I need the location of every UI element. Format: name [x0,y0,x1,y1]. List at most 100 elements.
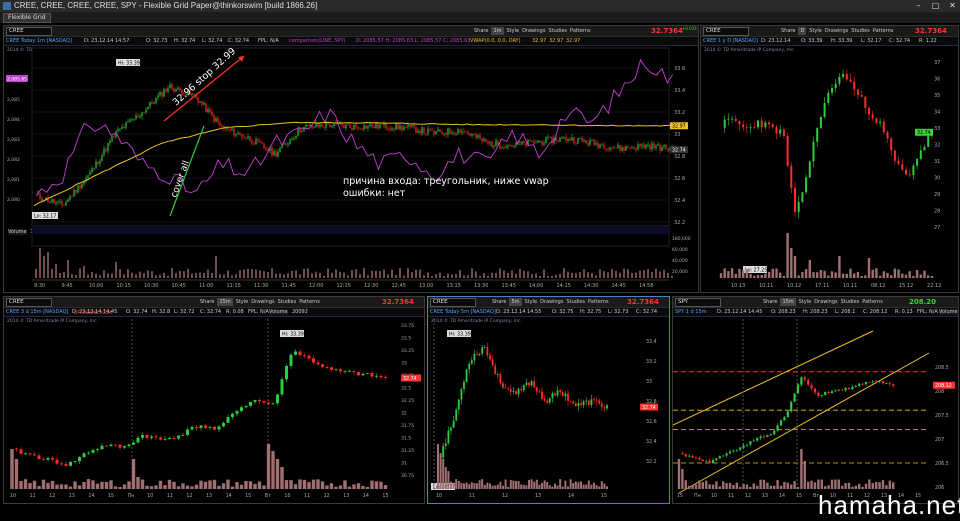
candle [147,106,149,110]
15m-chart-canvas[interactable]: 33.7533.533.253332.7532.532.253231.7531.… [4,297,424,503]
volume-bar [551,486,554,489]
volume-bar [63,271,65,278]
candle [133,118,135,120]
candle [96,449,99,451]
volume-bar [473,483,476,489]
candle [444,443,447,446]
candle [499,374,502,384]
candle [33,454,36,456]
volume-bar [82,481,86,489]
candle [775,127,778,134]
candle [211,111,213,116]
volume-bar [892,482,895,489]
daily-chart-canvas[interactable]: 37 36 35 34 33 32 31 30 29 28 27 32.74 Lo: 27.25 10.1… [701,26,958,292]
candle [339,369,342,372]
candle [533,141,535,144]
candle [476,354,478,355]
candle [329,124,331,128]
candle [240,407,243,412]
volume-bar [79,268,81,278]
candle [255,139,257,145]
candle [393,128,395,130]
candle [708,460,711,464]
candle [545,137,547,144]
volume-bar [329,483,334,489]
candle [688,455,691,457]
candle [403,126,405,131]
maximize-icon[interactable]: □ [930,1,941,10]
candle [61,201,63,206]
volume-bar [489,483,491,489]
volume-bar [103,270,105,278]
volume-bar [136,477,140,489]
candle [423,127,425,134]
volume-bar [494,485,497,489]
candle [551,393,554,399]
volume-bar [118,486,122,489]
volume-bar [651,272,653,278]
candle [753,126,756,128]
volume-bar [627,269,629,278]
5m-chart-canvas[interactable]: 33.433.23332.832.632.432.232.74Hi: 33.39… [428,297,669,503]
candle [75,190,77,193]
candle [782,129,785,136]
volume-bar [263,271,265,278]
volume-bar [878,275,882,278]
candle [123,446,126,448]
volume-bar [175,273,177,278]
volume-bar [35,268,37,278]
volume-bar [735,482,738,489]
candle [824,391,827,396]
compare-axis-label: 2,083 [7,137,20,143]
candle [313,127,315,128]
volume-bar [75,275,77,278]
price-axis-label: 35 [934,93,940,99]
volume-bar [559,273,561,278]
time-axis-label: 15 [245,493,251,499]
candle [465,369,468,383]
candle [69,461,72,466]
candle [375,375,378,377]
minimize-icon[interactable]: – [913,1,924,10]
candle [81,184,83,189]
price-axis-label: 27 [934,225,940,231]
candle [111,136,113,142]
main-chart-canvas[interactable]: 33.633.433.23332.832.632.432.22,0862,085… [4,26,698,292]
volume-bar [251,268,253,278]
time-axis-label: 22.12 [927,283,941,289]
candle [512,391,515,392]
candle [239,132,241,135]
close-icon[interactable]: ✕ [947,1,958,10]
flexible-grid-tab[interactable]: Flexible Grid [3,13,51,23]
candle [577,403,580,407]
volume-bar [867,258,871,278]
candle [65,201,67,206]
candle [123,126,125,129]
volume-bar [465,482,468,489]
volume-bar [83,266,85,278]
candle [157,95,159,98]
candle [663,144,665,147]
trend-channel-upper [673,330,874,426]
volume-bar [512,480,515,489]
candle [742,445,745,448]
candle [661,146,663,151]
time-axis-label: 11 [469,493,475,499]
volume-bar [593,482,595,489]
candle [523,141,525,144]
candle [145,109,147,113]
candle [257,139,259,141]
volume-bar [543,269,545,278]
volume-bar [41,479,46,489]
volume-bar [769,485,772,489]
volume-bar [450,481,452,489]
volume-bar [217,485,221,489]
volume-bar [841,273,845,278]
candle [504,387,507,389]
spy-chart-canvas[interactable]: 208.5208207.5207206.5206208.1215 Пн 10 11 12… [673,297,958,503]
volume-axis-label: 180,000 [672,236,691,242]
volume-bar [215,256,217,278]
volume-bar [452,482,455,489]
volume-bar [226,479,230,489]
volume-bar [167,479,172,489]
